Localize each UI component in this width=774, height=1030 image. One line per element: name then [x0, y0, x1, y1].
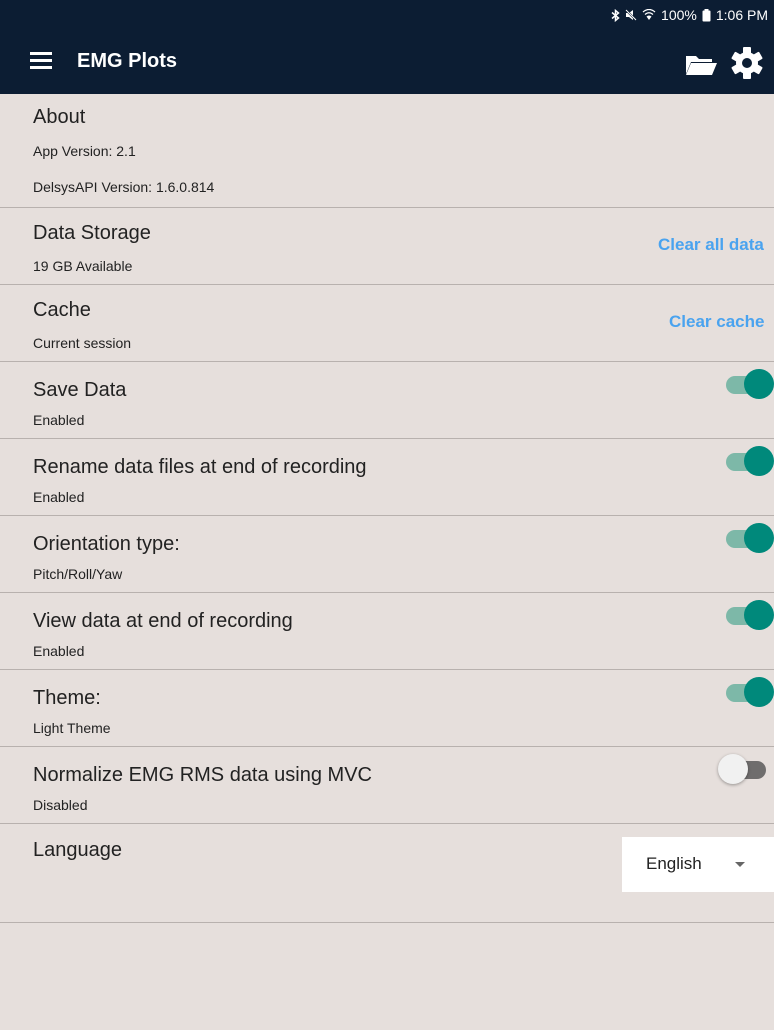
app-title: EMG Plots — [77, 50, 178, 72]
normalize-title: Normalize EMG RMS data using MVC — [33, 764, 372, 786]
api-version: DelsysAPI Version: 1.6.0.814 — [33, 179, 215, 195]
rename-files-row: Rename data files at end of recording En… — [0, 439, 774, 516]
about-title: About — [33, 106, 86, 128]
status-time: 1:06 PM — [715, 7, 768, 23]
view-data-row: View data at end of recording Enabled — [0, 593, 774, 670]
clear-cache-button[interactable]: Clear cache — [669, 312, 774, 332]
view-data-toggle[interactable] — [726, 599, 774, 631]
theme-row: Theme: Light Theme — [0, 670, 774, 747]
language-title: Language — [33, 839, 122, 861]
menu-icon[interactable] — [30, 52, 52, 72]
settings-list: About App Version: 2.1 DelsysAPI Version… — [0, 94, 774, 923]
normalize-subtitle: Disabled — [33, 797, 88, 813]
app-bar: EMG Plots — [0, 30, 774, 94]
clear-all-data-button[interactable]: Clear all data — [658, 235, 774, 255]
orientation-row: Orientation type: Pitch/Roll/Yaw — [0, 516, 774, 593]
data-storage-title: Data Storage — [33, 222, 151, 244]
battery-icon — [702, 8, 711, 22]
theme-title: Theme: — [33, 687, 101, 709]
language-row: Language English — [0, 824, 774, 923]
status-bar: 100% 1:06 PM — [0, 0, 774, 30]
normalize-row: Normalize EMG RMS data using MVC Disable… — [0, 747, 774, 824]
rename-files-subtitle: Enabled — [33, 489, 85, 505]
gear-icon[interactable] — [729, 45, 765, 81]
save-data-row: Save Data Enabled — [0, 362, 774, 439]
language-select[interactable]: English — [622, 837, 774, 892]
theme-toggle[interactable] — [726, 676, 774, 708]
data-storage-subtitle: 19 GB Available — [33, 258, 133, 274]
rename-files-toggle[interactable] — [726, 445, 774, 477]
folder-icon[interactable] — [684, 52, 718, 76]
orientation-title: Orientation type: — [33, 533, 180, 555]
view-data-title: View data at end of recording — [33, 610, 293, 632]
dropdown-arrow-icon — [735, 862, 745, 867]
cache-subtitle: Current session — [33, 335, 132, 351]
save-data-title: Save Data — [33, 379, 127, 401]
language-selected-value: English — [646, 854, 702, 873]
app-version: App Version: 2.1 — [33, 143, 136, 159]
cache-row: Cache Current session Clear cache — [0, 285, 774, 362]
data-storage-row: Data Storage 19 GB Available Clear all d… — [0, 208, 774, 285]
save-data-subtitle: Enabled — [33, 412, 85, 428]
view-data-subtitle: Enabled — [33, 643, 85, 659]
wifi-icon — [642, 9, 656, 21]
battery-level: 100% — [661, 7, 697, 23]
about-section: About App Version: 2.1 DelsysAPI Version… — [0, 94, 774, 208]
save-data-toggle[interactable] — [726, 368, 774, 400]
normalize-toggle[interactable] — [718, 753, 766, 785]
theme-subtitle: Light Theme — [33, 720, 111, 736]
cache-title: Cache — [33, 299, 91, 321]
status-icons: 100% 1:06 PM — [611, 7, 768, 23]
rename-files-title: Rename data files at end of recording — [33, 456, 367, 478]
orientation-subtitle: Pitch/Roll/Yaw — [33, 566, 123, 582]
mute-icon — [625, 9, 637, 21]
bluetooth-icon — [611, 8, 620, 22]
orientation-toggle[interactable] — [726, 522, 774, 554]
